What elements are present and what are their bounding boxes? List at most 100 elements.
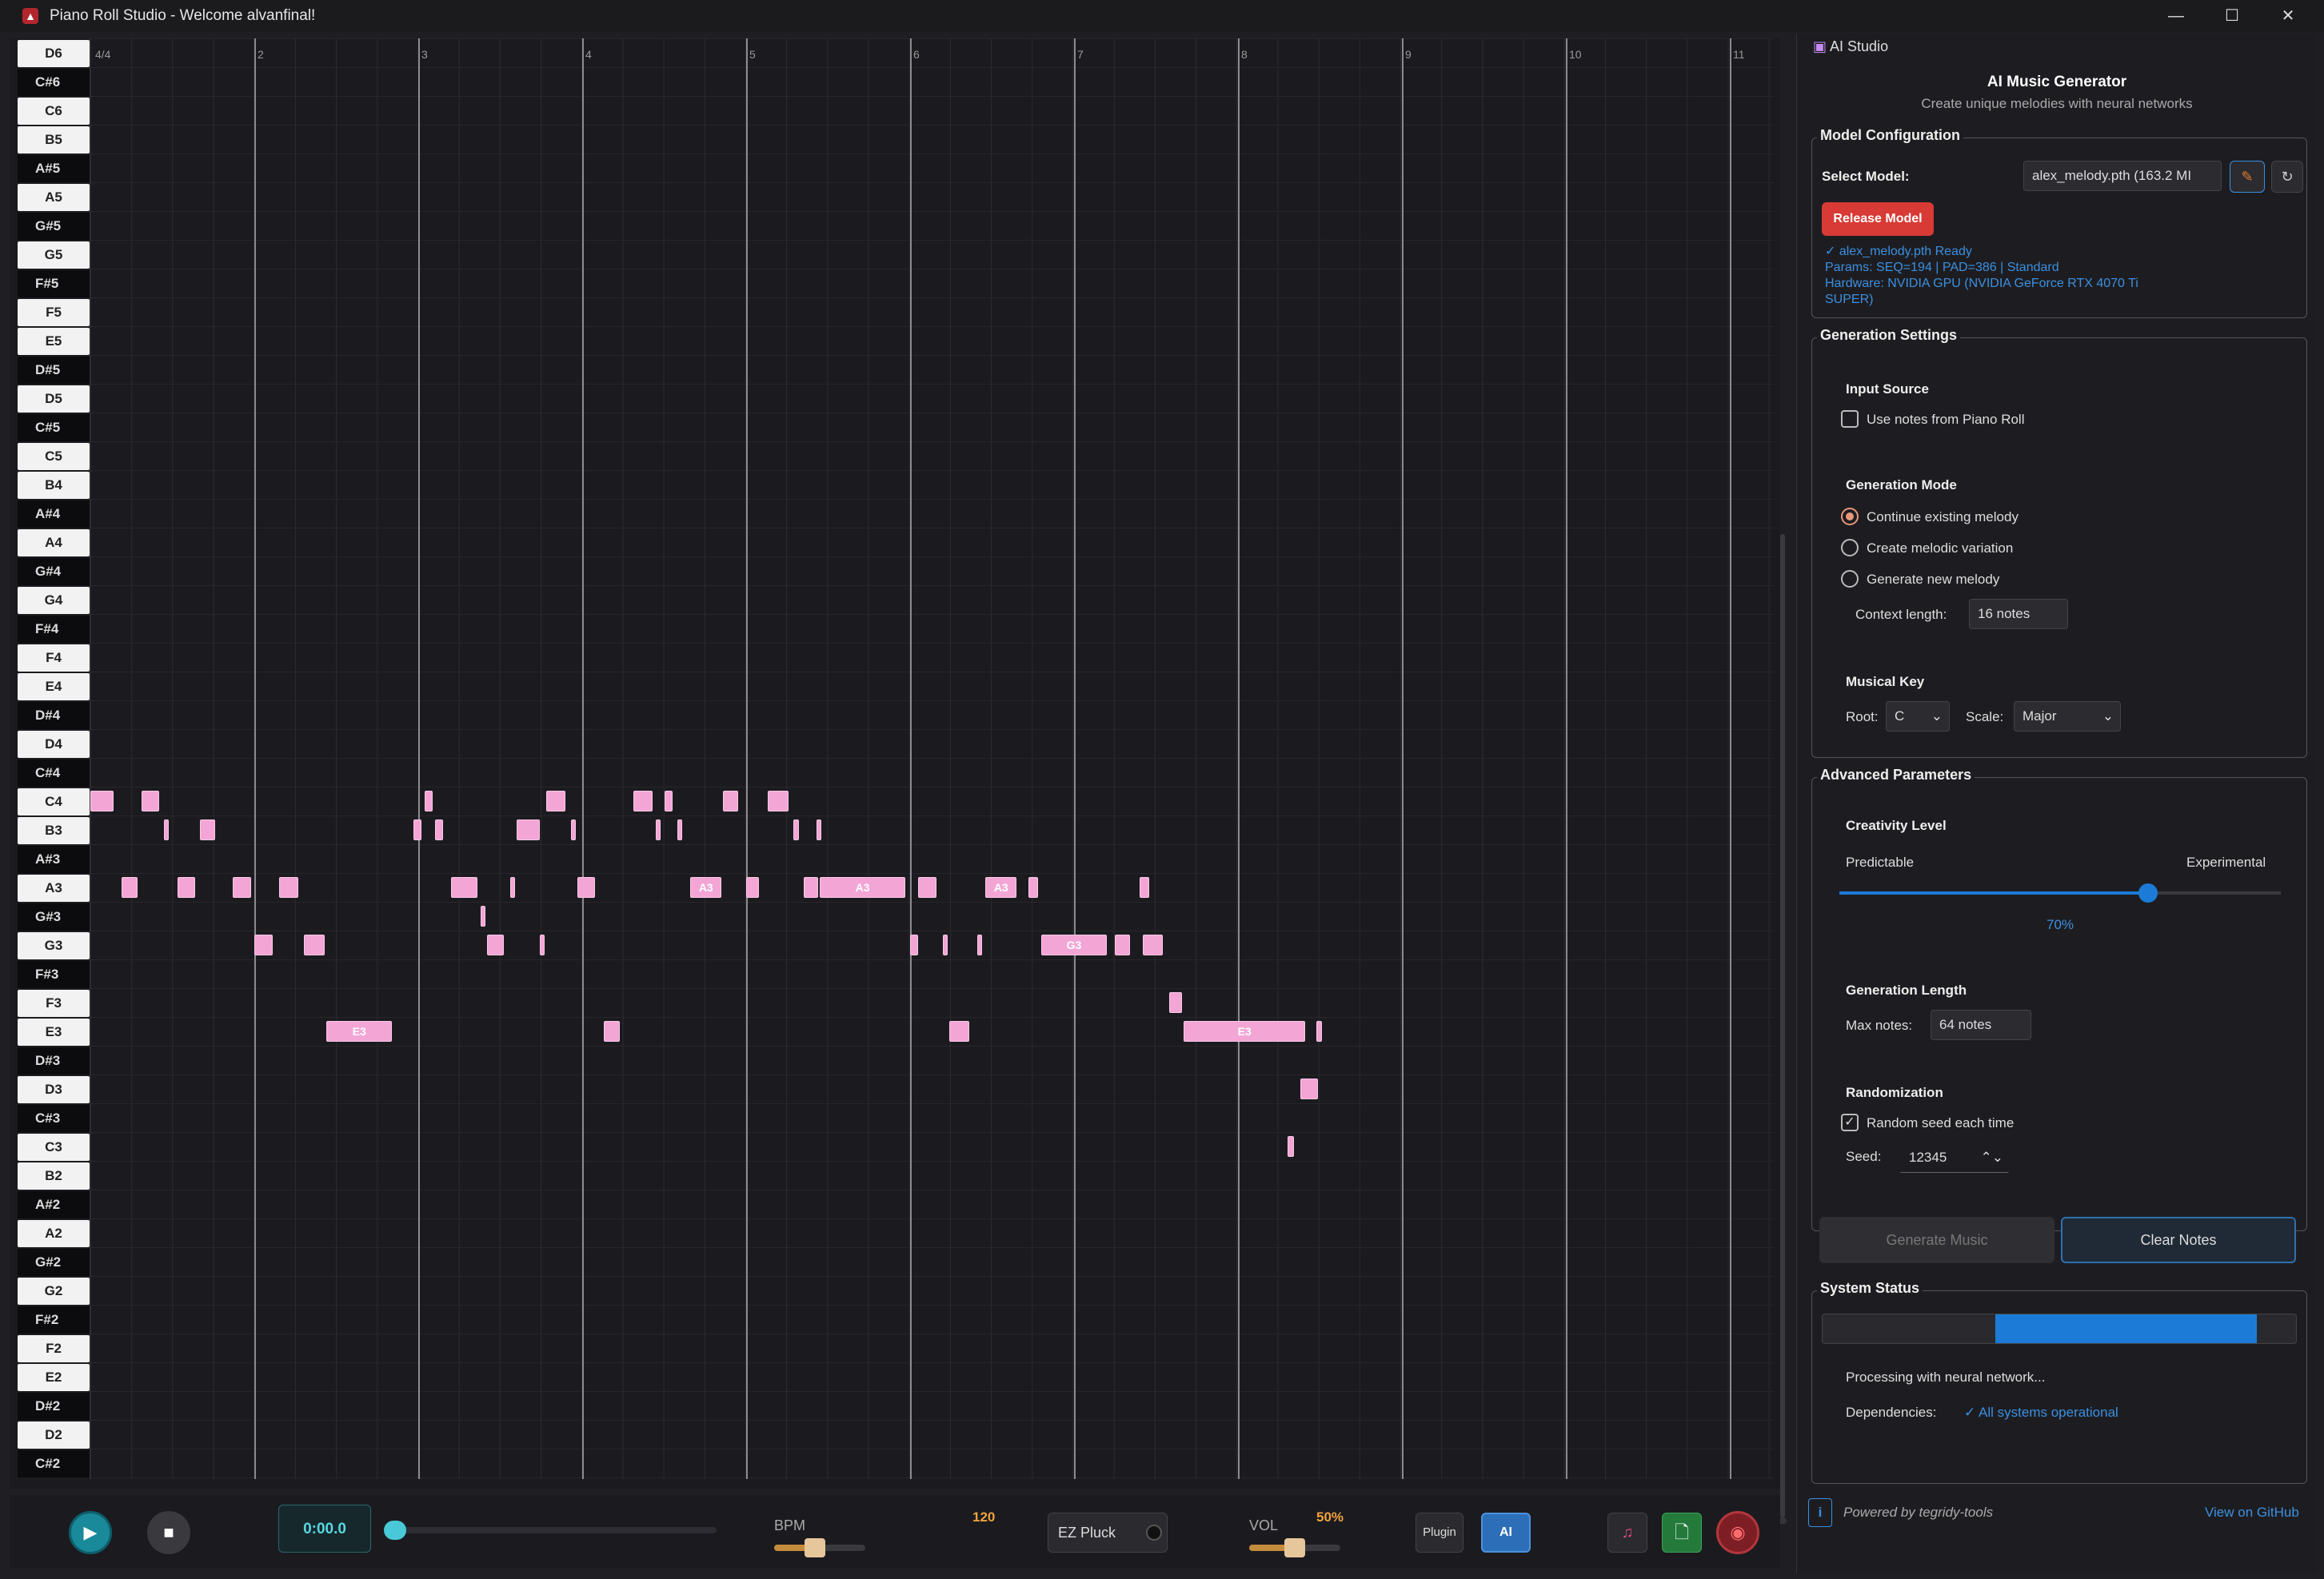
- piano-key-e3[interactable]: E3: [18, 1019, 90, 1046]
- piano-key-c6[interactable]: C6: [18, 98, 90, 125]
- note-block[interactable]: [664, 791, 673, 811]
- seed-spinbox[interactable]: 12345 ⌃⌄: [1900, 1142, 2009, 1173]
- note-block[interactable]: [793, 819, 799, 840]
- piano-key-dsharp5[interactable]: D#5: [18, 357, 90, 384]
- note-block[interactable]: [90, 791, 114, 811]
- ai-tab[interactable]: ▣ AI Studio: [1813, 38, 1888, 55]
- note-block[interactable]: [1287, 1136, 1294, 1157]
- note-block[interactable]: [723, 791, 738, 811]
- note-block[interactable]: [603, 1021, 621, 1042]
- note-block[interactable]: [746, 877, 760, 898]
- note-block[interactable]: [539, 935, 545, 955]
- piano-key-gsharp2[interactable]: G#2: [18, 1249, 90, 1276]
- position-slider-handle[interactable]: [384, 1521, 406, 1540]
- piano-key-g5[interactable]: G5: [18, 241, 90, 269]
- instrument-select[interactable]: EZ Pluck: [1048, 1513, 1168, 1553]
- note-block[interactable]: [1115, 935, 1130, 955]
- piano-key-b5[interactable]: B5: [18, 126, 90, 154]
- piano-key-c4[interactable]: C4: [18, 788, 90, 815]
- piano-key-asharp3[interactable]: A#3: [18, 846, 90, 873]
- random-seed-checkbox[interactable]: ✓: [1841, 1114, 1859, 1131]
- piano-key-csharp5[interactable]: C#5: [18, 414, 90, 441]
- edit-model-icon[interactable]: ✎: [2230, 161, 2265, 193]
- piano-key-e4[interactable]: E4: [18, 673, 90, 700]
- piano-key-fsharp4[interactable]: F#4: [18, 616, 90, 643]
- note-block[interactable]: [1028, 877, 1038, 898]
- piano-key-csharp4[interactable]: C#4: [18, 760, 90, 787]
- piano-key-asharp2[interactable]: A#2: [18, 1191, 90, 1218]
- piano-key-c3[interactable]: C3: [18, 1134, 90, 1161]
- mode-new-radio[interactable]: [1841, 570, 1859, 588]
- mode-continue-radio[interactable]: [1841, 508, 1859, 525]
- generate-music-button[interactable]: Generate Music: [1819, 1217, 2054, 1263]
- vertical-scrollbar[interactable]: [1780, 534, 1785, 1517]
- info-icon[interactable]: i: [1808, 1498, 1832, 1527]
- piano-key-g2[interactable]: G2: [18, 1278, 90, 1305]
- creativity-slider-handle[interactable]: [2138, 883, 2158, 903]
- note-block[interactable]: [570, 819, 576, 840]
- new-file-icon[interactable]: 🗋: [1662, 1513, 1702, 1553]
- note-block[interactable]: E3: [326, 1021, 393, 1042]
- piano-key-d3[interactable]: D3: [18, 1076, 90, 1103]
- maximize-button[interactable]: ☐: [2204, 0, 2260, 32]
- piano-key-fsharp2[interactable]: F#2: [18, 1306, 90, 1334]
- note-block[interactable]: [1140, 877, 1150, 898]
- piano-key-d6[interactable]: D6: [18, 40, 90, 67]
- note-block[interactable]: [918, 877, 936, 898]
- piano-key-f5[interactable]: F5: [18, 299, 90, 326]
- volume-slider-handle[interactable]: [1284, 1538, 1305, 1557]
- note-block[interactable]: [480, 906, 485, 927]
- piano-key-g4[interactable]: G4: [18, 587, 90, 614]
- note-block[interactable]: [977, 935, 983, 955]
- minimize-button[interactable]: —: [2148, 0, 2204, 32]
- max-notes-spinbox[interactable]: 64 notes: [1931, 1010, 2031, 1040]
- note-block[interactable]: E3: [1184, 1021, 1306, 1042]
- note-block[interactable]: [434, 819, 443, 840]
- note-block[interactable]: [545, 791, 566, 811]
- note-block[interactable]: [141, 791, 160, 811]
- plugin-button[interactable]: Plugin: [1416, 1513, 1463, 1553]
- model-select[interactable]: alex_melody.pth (163.2 MI: [2023, 161, 2222, 191]
- creativity-slider[interactable]: [1839, 883, 2281, 903]
- clear-notes-button[interactable]: Clear Notes: [2061, 1217, 2296, 1263]
- bpm-slider[interactable]: [774, 1538, 865, 1557]
- piano-key-dsharp4[interactable]: D#4: [18, 702, 90, 729]
- piano-key-b3[interactable]: B3: [18, 817, 90, 844]
- piano-key-gsharp5[interactable]: G#5: [18, 213, 90, 240]
- root-select[interactable]: C ⌄: [1886, 701, 1950, 732]
- note-block[interactable]: [425, 791, 433, 811]
- note-block[interactable]: [509, 877, 515, 898]
- close-window-button[interactable]: ✕: [2260, 0, 2316, 32]
- piano-key-c5[interactable]: C5: [18, 443, 90, 470]
- note-block[interactable]: G3: [1041, 935, 1107, 955]
- piano-key-f3[interactable]: F3: [18, 990, 90, 1017]
- note-block[interactable]: [656, 819, 661, 840]
- piano-key-a2[interactable]: A2: [18, 1220, 90, 1247]
- note-block[interactable]: [413, 819, 422, 840]
- note-block[interactable]: [577, 877, 596, 898]
- piano-key-csharp6[interactable]: C#6: [18, 69, 90, 96]
- note-block[interactable]: [949, 1021, 969, 1042]
- export-midi-icon[interactable]: ♫: [1607, 1513, 1647, 1553]
- piano-key-asharp4[interactable]: A#4: [18, 500, 90, 528]
- note-block[interactable]: [1300, 1079, 1319, 1099]
- piano-key-csharp2[interactable]: C#2: [18, 1450, 90, 1477]
- piano-key-d4[interactable]: D4: [18, 731, 90, 758]
- piano-key-gsharp4[interactable]: G#4: [18, 558, 90, 585]
- record-icon[interactable]: ◉: [1716, 1511, 1759, 1554]
- piano-key-f4[interactable]: F4: [18, 644, 90, 672]
- note-block[interactable]: [1316, 1021, 1322, 1042]
- piano-key-f2[interactable]: F2: [18, 1335, 90, 1362]
- piano-key-asharp5[interactable]: A#5: [18, 155, 90, 182]
- note-block[interactable]: [677, 819, 683, 840]
- piano-key-e2[interactable]: E2: [18, 1364, 90, 1391]
- note-block[interactable]: [200, 819, 215, 840]
- note-block[interactable]: [910, 935, 919, 955]
- piano-key-dsharp2[interactable]: D#2: [18, 1393, 90, 1420]
- note-block[interactable]: [767, 791, 789, 811]
- note-block[interactable]: [943, 935, 948, 955]
- piano-key-d5[interactable]: D5: [18, 385, 90, 413]
- ai-button[interactable]: AI: [1481, 1513, 1531, 1553]
- mode-variation-radio[interactable]: [1841, 539, 1859, 556]
- piano-key-a4[interactable]: A4: [18, 529, 90, 556]
